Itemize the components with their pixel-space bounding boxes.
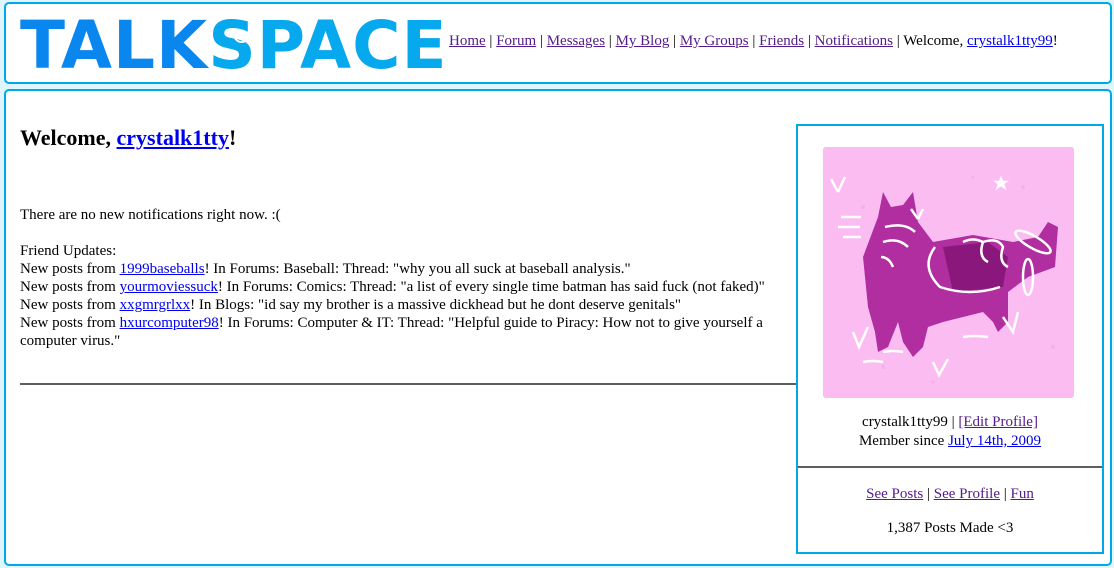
title-suffix: !: [228, 125, 237, 150]
nav-separator: |: [605, 33, 616, 49]
update-text: ! In Blogs: "id say my brother is a mass…: [190, 297, 682, 313]
profile-info: crystalk1tty99 | [Edit Profile] Member s…: [798, 413, 1102, 451]
nav-separator: |: [804, 33, 815, 49]
logo-talk: TALK: [20, 7, 209, 84]
link-separator: |: [999, 486, 1011, 502]
profile-username: crystalk1tty99: [862, 414, 948, 430]
link-separator: |: [923, 486, 934, 502]
title-username-link[interactable]: crystalk1tty: [117, 125, 229, 150]
nav-notifications[interactable]: Notifications: [815, 33, 893, 49]
title-prefix: Welcome,: [20, 125, 117, 150]
nav-my-blog[interactable]: My Blog: [616, 33, 670, 49]
nav-username-link[interactable]: crystalk1tty99: [967, 33, 1053, 49]
friend-update-item: New posts from hxurcomputer98! In Forums…: [20, 314, 780, 350]
nav-separator: |: [536, 33, 547, 49]
profile-divider: [798, 466, 1102, 468]
notifications-status: There are no new notifications right now…: [20, 207, 281, 223]
member-since-label: Member since: [858, 433, 949, 449]
member-since-date-link[interactable]: July 14th, 2009: [948, 433, 1041, 449]
friend-link[interactable]: hxurcomputer98: [120, 315, 219, 331]
see-profile-link[interactable]: See Profile: [934, 486, 1000, 502]
profile-card: crystalk1tty99 | [Edit Profile] Member s…: [796, 124, 1104, 554]
nav-messages[interactable]: Messages: [547, 33, 605, 49]
nav-welcome-suffix: !: [1052, 33, 1058, 49]
friend-link[interactable]: xxgmrgrlxx: [120, 297, 191, 313]
content-divider: [20, 383, 796, 385]
notifications-content: There are no new notifications right now…: [20, 206, 780, 350]
update-text: ! In Forums: Baseball: Thread: "why you …: [204, 261, 631, 277]
nav-separator: |: [748, 33, 760, 49]
main-panel: Welcome, crystalk1tty! There are no new …: [4, 89, 1112, 566]
nav-separator: |: [485, 33, 497, 49]
see-posts-link[interactable]: See Posts: [866, 486, 923, 502]
nav-separator: |: [892, 33, 904, 49]
profile-links: See Posts | See Profile | Fun: [798, 486, 1102, 503]
friend-updates-heading: Friend Updates:: [20, 243, 117, 259]
friend-update-item: New posts from yourmoviessuck! In Forums…: [20, 278, 780, 296]
nav-friends[interactable]: Friends: [759, 33, 804, 49]
friend-link[interactable]: yourmoviessuck: [120, 279, 218, 295]
talkspace-logo[interactable]: TALKSPACE: [20, 10, 448, 82]
member-since-line: Member since July 14th, 2009: [798, 432, 1102, 451]
update-prefix: New posts from: [20, 315, 120, 331]
friend-update-item: New posts from 1999baseballs! In Forums:…: [20, 260, 780, 278]
update-prefix: New posts from: [20, 279, 120, 295]
nav-welcome-text: Welcome,: [903, 33, 967, 49]
nav-home[interactable]: Home: [449, 33, 486, 49]
avatar[interactable]: [823, 147, 1074, 398]
post-count: 1,387 Posts Made <3: [886, 520, 1014, 536]
page-title: Welcome, crystalk1tty!: [20, 125, 236, 151]
header: TALKSPACE Home | Forum | Messages | My B…: [4, 2, 1112, 84]
edit-profile-link[interactable]: [Edit Profile]: [958, 414, 1038, 430]
nav-separator: |: [669, 33, 680, 49]
cat-avatar-image: [823, 147, 1074, 398]
top-nav: Home | Forum | Messages | My Blog | My G…: [449, 33, 1058, 50]
profile-username-line: crystalk1tty99 | [Edit Profile]: [862, 414, 1038, 430]
nav-my-groups[interactable]: My Groups: [680, 33, 749, 49]
friend-link[interactable]: 1999baseballs: [120, 261, 205, 277]
nav-forum[interactable]: Forum: [496, 33, 536, 49]
logo-space: SPACE: [208, 7, 448, 84]
update-text: ! In Forums: Comics: Thread: "a list of …: [217, 279, 765, 295]
fun-link[interactable]: Fun: [1011, 486, 1034, 502]
friend-update-item: New posts from xxgmrgrlxx! In Blogs: "id…: [20, 296, 780, 314]
update-prefix: New posts from: [20, 297, 120, 313]
update-prefix: New posts from: [20, 261, 120, 277]
